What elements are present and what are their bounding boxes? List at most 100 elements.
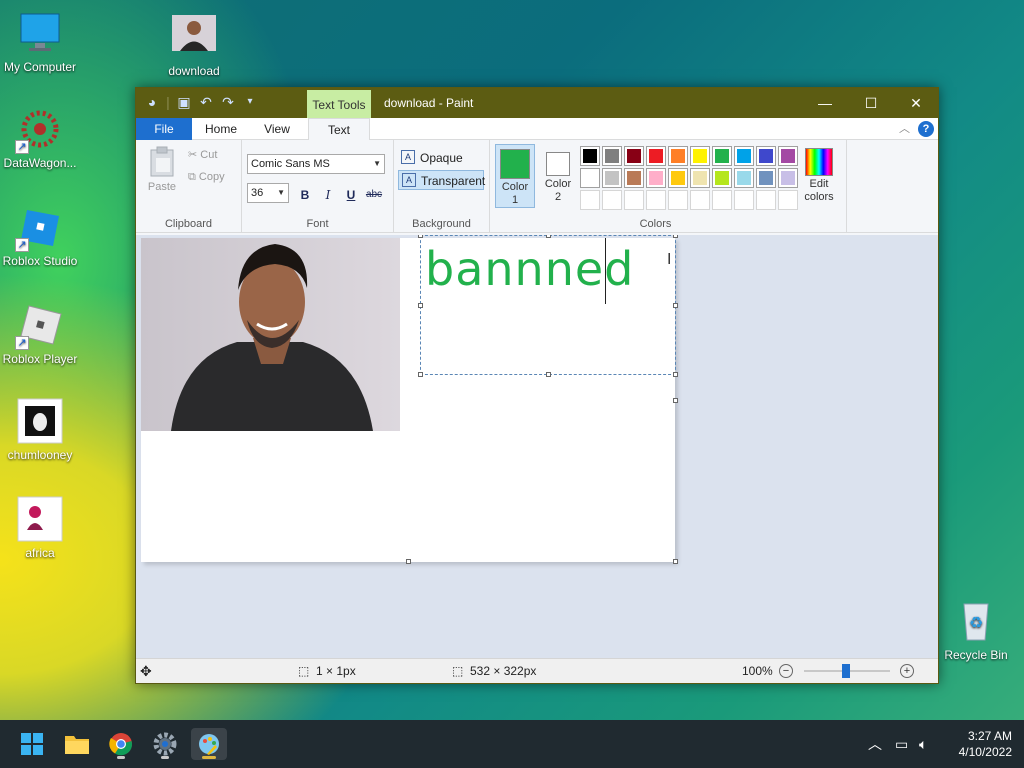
palette-swatch[interactable] [734, 146, 754, 166]
desktop-icon-datawagon[interactable]: ↗ DataWagon... [0, 106, 80, 170]
resize-handle[interactable] [673, 303, 678, 308]
resize-handle[interactable] [546, 235, 551, 238]
palette-swatch-empty[interactable] [580, 190, 600, 210]
palette-swatch[interactable] [712, 168, 732, 188]
show-hidden-icons-chevron-icon[interactable]: ︿ [868, 720, 882, 768]
desktop-icon-recycle-bin[interactable]: ♻ Recycle Bin [936, 598, 1016, 662]
palette-swatch[interactable] [778, 168, 798, 188]
palette-swatch-empty[interactable] [646, 190, 666, 210]
window-title: download - Paint [384, 96, 474, 110]
canvas-area: bannned I [136, 235, 938, 659]
resize-handle[interactable] [546, 372, 551, 377]
person-photo [171, 244, 373, 431]
resize-handle[interactable] [418, 235, 423, 238]
desktop-icon-roblox-player[interactable]: ↗ Roblox Player [0, 302, 80, 366]
pasted-photo [141, 238, 400, 431]
palette-swatch[interactable] [734, 168, 754, 188]
datawagon-icon: ↗ [15, 106, 63, 154]
canvas-resize-handle[interactable] [673, 398, 678, 403]
save-icon[interactable]: ▣ [176, 94, 192, 110]
underline-button[interactable]: U [341, 185, 361, 205]
customize-dropdown-icon[interactable]: ▾ [242, 94, 258, 110]
color2-button[interactable]: Color 2 [538, 144, 578, 210]
palette-swatch-empty[interactable] [624, 190, 644, 210]
zoom-out-button[interactable]: − [779, 664, 793, 678]
paste-button[interactable]: Paste [144, 146, 180, 193]
opaque-option[interactable]: A Opaque [398, 148, 484, 168]
tab-view[interactable]: View [252, 118, 302, 140]
palette-swatch[interactable] [668, 168, 688, 188]
palette-swatch[interactable] [580, 146, 600, 166]
undo-icon[interactable]: ↶ [198, 94, 214, 110]
network-icon[interactable]: ▭ [895, 720, 908, 768]
strikethrough-button[interactable]: abc [364, 185, 384, 205]
palette-swatch[interactable] [624, 168, 644, 188]
help-icon[interactable]: ? [918, 121, 934, 137]
edit-colors-button[interactable]: Edit colors [799, 144, 839, 204]
desktop-icon-chumlooney[interactable]: chumlooney [0, 398, 80, 462]
palette-swatch[interactable] [646, 146, 666, 166]
palette-swatch-empty[interactable] [690, 190, 710, 210]
collapse-ribbon-icon[interactable]: ︿ [899, 120, 910, 136]
color1-button[interactable]: Color 1 [495, 144, 535, 208]
palette-swatch[interactable] [756, 146, 776, 166]
file-explorer-button[interactable] [59, 728, 95, 760]
desktop-icon-africa[interactable]: africa [0, 496, 80, 560]
canvas-resize-handle[interactable] [673, 559, 678, 564]
minimize-button[interactable]: — [802, 88, 848, 118]
palette-swatch-empty[interactable] [778, 190, 798, 210]
palette-swatch-empty[interactable] [712, 190, 732, 210]
desktop-icon-roblox-studio[interactable]: ↗ Roblox Studio [0, 204, 80, 268]
tab-text[interactable]: Text [308, 118, 370, 141]
palette-swatch[interactable] [602, 168, 622, 188]
resize-handle[interactable] [418, 303, 423, 308]
paint-taskbar-button[interactable] [191, 728, 227, 760]
chrome-button[interactable] [103, 728, 139, 760]
paint-app-icon[interactable]: ◕ [144, 94, 160, 110]
title-bar[interactable]: ◕ | ▣ ↶ ↷ ▾ Text Tools download - Paint … [136, 88, 938, 118]
clock-time: 3:27 AM [967, 729, 1012, 743]
resize-handle[interactable] [673, 235, 678, 238]
copy-button[interactable]: ⧉ Copy [188, 171, 225, 184]
redo-icon[interactable]: ↷ [220, 94, 236, 110]
palette-swatch[interactable] [690, 168, 710, 188]
start-button[interactable] [14, 728, 50, 760]
palette-swatch[interactable] [712, 146, 732, 166]
palette-swatch[interactable] [778, 146, 798, 166]
palette-swatch-empty[interactable] [668, 190, 688, 210]
drawing-canvas[interactable]: bannned [141, 235, 678, 564]
font-size-select[interactable]: 36 ▼ [247, 183, 289, 203]
palette-swatch[interactable] [756, 168, 776, 188]
volume-icon[interactable]: 🔈︎ [919, 720, 927, 768]
tab-home[interactable]: Home [196, 118, 246, 140]
canvas-resize-handle[interactable] [406, 559, 411, 564]
palette-swatch[interactable] [646, 168, 666, 188]
palette-swatch-empty[interactable] [602, 190, 622, 210]
bold-button[interactable]: B [295, 185, 315, 205]
font-family-select[interactable]: Comic Sans MS ▼ [247, 154, 385, 174]
palette-swatch[interactable] [580, 168, 600, 188]
palette-swatch-empty[interactable] [734, 190, 754, 210]
palette-swatch[interactable] [690, 146, 710, 166]
transparent-option[interactable]: A Transparent [398, 170, 485, 190]
tab-file[interactable]: File [136, 118, 192, 140]
palette-swatch[interactable] [624, 146, 644, 166]
italic-button[interactable]: I [318, 185, 338, 205]
cut-button[interactable]: ✂ Cut [188, 148, 217, 161]
close-button[interactable]: ✕ [893, 88, 939, 118]
maximize-button[interactable]: ☐ [848, 88, 894, 118]
zoom-in-button[interactable]: + [900, 664, 914, 678]
zoom-slider-thumb[interactable] [842, 664, 850, 678]
palette-swatch[interactable] [668, 146, 688, 166]
resize-handle[interactable] [673, 372, 678, 377]
desktop-icon-my-computer[interactable]: My Computer [0, 10, 80, 74]
settings-button[interactable] [147, 728, 183, 760]
desktop-icon-download[interactable]: download [154, 14, 234, 78]
resize-handle[interactable] [418, 372, 423, 377]
color-palette [580, 146, 798, 210]
palette-swatch-empty[interactable] [756, 190, 776, 210]
palette-swatch[interactable] [602, 146, 622, 166]
paint-palette-icon [199, 734, 219, 755]
text-box[interactable]: bannned [418, 235, 678, 377]
clock[interactable]: 3:27 AM 4/10/2022 [959, 728, 1012, 760]
